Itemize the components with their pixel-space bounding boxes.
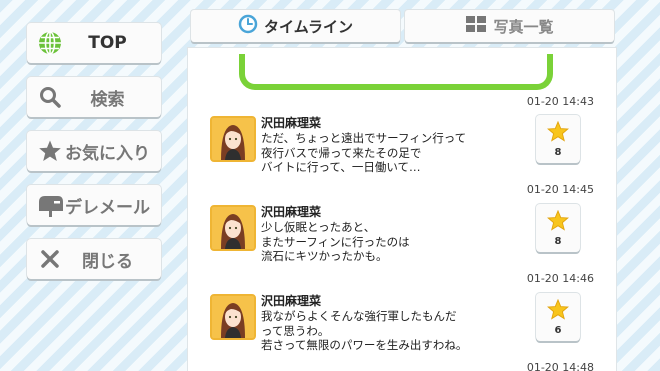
- post-author: 沢田麻理菜: [261, 205, 322, 219]
- timeline-panel[interactable]: 01-20 14:43 沢田麻理菜 ただ、ちょっと遠出でサーフィン行って 夜行バ…: [188, 48, 616, 371]
- sidebar-item-top[interactable]: TOP: [27, 23, 161, 63]
- avatar[interactable]: [210, 205, 256, 251]
- tab-timeline[interactable]: タイムライン: [191, 10, 400, 42]
- post-author: 沢田麻理菜: [261, 116, 322, 130]
- star-icon: [546, 120, 570, 146]
- star-icon: [36, 137, 64, 165]
- sidebar-item-label: デレメール: [65, 197, 150, 218]
- post: 沢田麻理菜 ただ、ちょっと遠出でサーフィン行って 夜行バスで帰って来たその足で …: [210, 114, 594, 176]
- search-icon: [36, 83, 64, 111]
- timestamp: 01-20 14:48: [526, 361, 594, 371]
- like-button[interactable]: 6: [536, 293, 580, 341]
- sidebar-item-label: お気に入り: [65, 143, 150, 164]
- like-button[interactable]: 8: [536, 115, 580, 163]
- star-icon: [546, 298, 570, 324]
- like-count: 8: [554, 235, 562, 247]
- post-text: 少し仮眠とったあと、 またサーフィンに行ったのは 流石にキツかったかも。: [261, 220, 410, 263]
- timestamp: 01-20 14:43: [526, 95, 594, 108]
- post: 沢田麻理菜 少し仮眠とったあと、 またサーフィンに行ったのは 流石にキツかったか…: [210, 203, 594, 265]
- timestamp: 01-20 14:45: [526, 183, 594, 196]
- timestamp: 01-20 14:46: [526, 272, 594, 285]
- like-count: 6: [554, 324, 562, 336]
- post: 沢田麻理菜 我ながらよくそんな強行軍したもんだ って思うわ。 若さって無限のパワ…: [210, 292, 594, 354]
- avatar[interactable]: [210, 116, 256, 162]
- sidebar-item-label: 閉じる: [82, 251, 133, 272]
- sidebar-item-close[interactable]: 閉じる: [27, 239, 161, 279]
- post-text: 我ながらよくそんな強行軍したもんだ って思うわ。 若さって無限のパワーを生み出す…: [261, 309, 468, 352]
- post-text: ただ、ちょっと遠出でサーフィン行って 夜行バスで帰って来たその足で バイトに行っ…: [261, 131, 467, 174]
- sidebar-item-favorites[interactable]: お気に入り: [27, 131, 161, 171]
- clock-icon: [238, 14, 258, 38]
- avatar[interactable]: [210, 294, 256, 340]
- post-author: 沢田麻理菜: [261, 294, 322, 308]
- like-count: 8: [554, 146, 562, 158]
- tab-label: タイムライン: [264, 17, 353, 36]
- timeline-banner: [239, 54, 553, 90]
- like-button[interactable]: 8: [536, 204, 580, 252]
- sidebar-item-label: TOP: [88, 33, 127, 53]
- sidebar-item-deremail[interactable]: デレメール: [27, 185, 161, 225]
- grid-icon: [465, 15, 487, 37]
- tab-label: 写真一覧: [493, 17, 554, 36]
- close-icon: [36, 245, 64, 273]
- star-icon: [546, 209, 570, 235]
- sidebar-item-label: 検索: [90, 89, 125, 110]
- globe-icon: [36, 29, 64, 57]
- sidebar-item-search[interactable]: 検索: [27, 77, 161, 117]
- tab-photos[interactable]: 写真一覧: [405, 10, 614, 42]
- mailbox-icon: [36, 191, 64, 219]
